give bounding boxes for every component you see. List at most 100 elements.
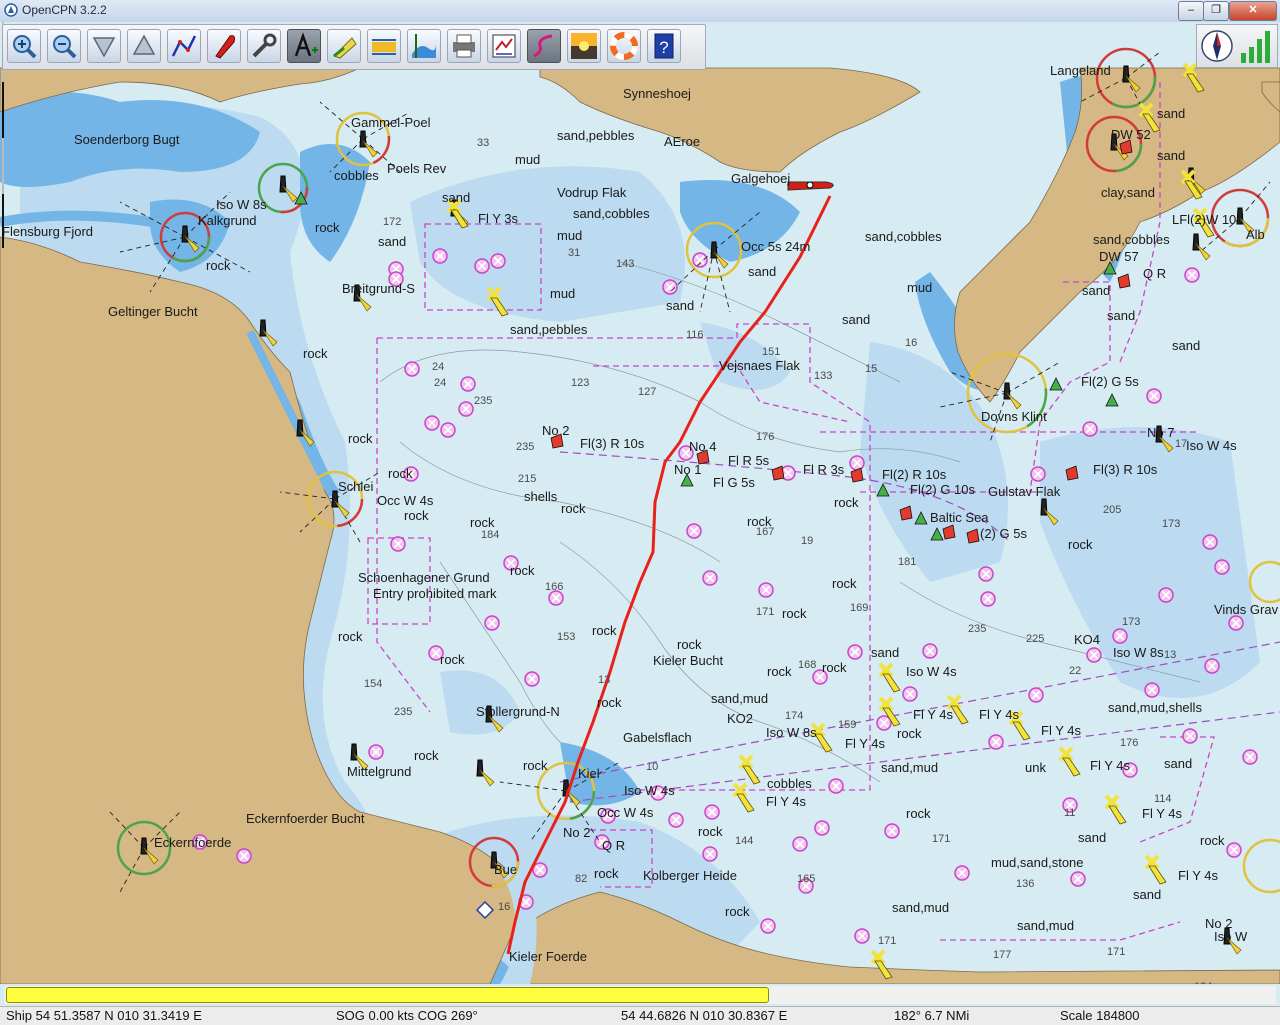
text-button[interactable] bbox=[287, 29, 321, 63]
seabed-label: rock bbox=[206, 258, 231, 273]
depth-sounding: 22 bbox=[1069, 665, 1081, 677]
main-toolbar: ? bbox=[2, 24, 706, 70]
seabed-label: sand,mud bbox=[711, 691, 768, 706]
window-title: OpenCPN 3.2.2 bbox=[22, 3, 107, 17]
route-manager-button[interactable] bbox=[487, 29, 521, 63]
mob-button[interactable] bbox=[607, 29, 641, 63]
seabed-label: rock bbox=[597, 695, 622, 710]
light-label: Fl(2) G 5s bbox=[1081, 374, 1139, 389]
depth-sounding: 151 bbox=[762, 346, 780, 358]
place-label: Breitgrund-S bbox=[342, 281, 415, 296]
auto-follow-button[interactable] bbox=[207, 29, 241, 63]
nautical-chart[interactable]: Langeland Synneshoej Soenderborg Bugt Gamme… bbox=[0, 22, 1280, 984]
seabed-label: sand,cobbles bbox=[1093, 232, 1170, 247]
seabed-label: rock bbox=[303, 346, 328, 361]
light-label: Fl(2) G 10s bbox=[910, 482, 976, 497]
light-label: Fl R 3s bbox=[803, 462, 845, 477]
seabed-label: rock bbox=[677, 637, 702, 652]
place-label: Entry prohibited mark bbox=[373, 586, 497, 601]
compass-widget[interactable] bbox=[1196, 24, 1278, 68]
create-route-button[interactable] bbox=[167, 29, 201, 63]
light-label: Iso W 8s bbox=[1113, 645, 1164, 660]
depth-sounding: 167 bbox=[756, 526, 774, 538]
help-button[interactable]: ? bbox=[647, 29, 681, 63]
depth-sounding: 165 bbox=[797, 873, 815, 885]
tide-chart-button[interactable] bbox=[407, 29, 441, 63]
depth-sounding: 235 bbox=[968, 623, 986, 635]
light-label: Occ W 4s bbox=[377, 493, 434, 508]
light-label: No 7 bbox=[1147, 425, 1174, 440]
seabed-label: sand,cobbles bbox=[865, 229, 942, 244]
seabed-label: rock bbox=[315, 220, 340, 235]
current-icon bbox=[372, 39, 396, 55]
seabed-label: sand,pebbles bbox=[510, 322, 588, 337]
minimize-button[interactable]: – bbox=[1178, 1, 1204, 21]
scale-out-button[interactable] bbox=[127, 29, 161, 63]
seabed-label: sand,cobbles bbox=[573, 206, 650, 221]
light-label: KO2 bbox=[727, 711, 753, 726]
status-cursor-position: 54 44.6826 N 010 30.8367 E bbox=[621, 1008, 788, 1023]
track-button[interactable] bbox=[527, 29, 561, 63]
seabed-label: cobbles bbox=[334, 168, 379, 183]
seabed-label: sand bbox=[1078, 830, 1106, 845]
seabed-label: sand,mud bbox=[892, 900, 949, 915]
chart-canvas[interactable]: Langeland Synneshoej Soenderborg Bugt Gamme… bbox=[0, 22, 1280, 984]
place-label: Soenderborg Bugt bbox=[74, 132, 180, 147]
depth-sounding: 171 bbox=[878, 935, 896, 947]
depth-sounding: 24 bbox=[434, 377, 446, 389]
light-label: No 2 bbox=[563, 825, 590, 840]
light-label: No 4 bbox=[689, 439, 716, 454]
compass-icon bbox=[1201, 30, 1270, 63]
place-label: Schlei bbox=[338, 479, 374, 494]
close-button[interactable]: ✕ bbox=[1229, 1, 1277, 21]
place-label: Schoenhagener Grund bbox=[358, 570, 490, 585]
scale-in-button[interactable] bbox=[87, 29, 121, 63]
depth-sounding: 173 bbox=[1162, 518, 1180, 530]
depth-sounding: 10 bbox=[646, 761, 658, 773]
place-label: Kieler Bucht bbox=[653, 653, 723, 668]
seabed-label: sand bbox=[1133, 887, 1161, 902]
current-button[interactable] bbox=[367, 29, 401, 63]
depth-sounding: 19 bbox=[801, 535, 813, 547]
chart-quilt-fill[interactable] bbox=[6, 987, 769, 1003]
sun-icon bbox=[571, 33, 597, 59]
depth-sounding: 205 bbox=[1103, 504, 1121, 516]
route-icon bbox=[171, 35, 197, 57]
depth-sounding: 171 bbox=[756, 606, 774, 618]
depth-sounding: 114 bbox=[1154, 793, 1172, 805]
place-label: Flensburg Fjord bbox=[2, 224, 93, 239]
light-label: Iso W 4s bbox=[906, 664, 957, 679]
place-label: Mittelgrund bbox=[347, 764, 411, 779]
depth-sounding: 144 bbox=[735, 835, 753, 847]
light-label: Q R bbox=[602, 838, 625, 853]
status-bearing-distance: 182° 6.7 NMi bbox=[894, 1008, 970, 1023]
depth-sounding: 15 bbox=[865, 363, 877, 375]
print-button[interactable] bbox=[447, 29, 481, 63]
restore-button[interactable]: ❐ bbox=[1203, 1, 1229, 21]
zoom-in-button[interactable] bbox=[7, 29, 41, 63]
depth-sounding: 181 bbox=[898, 556, 916, 568]
help-icon: ? bbox=[654, 33, 674, 59]
light-label: Fl R 5s bbox=[728, 453, 770, 468]
seabed-label: sand bbox=[1172, 338, 1200, 353]
seabed-label: mud,sand,stone bbox=[991, 855, 1084, 870]
depth-sounding: 235 bbox=[516, 441, 534, 453]
svg-text:?: ? bbox=[659, 38, 668, 57]
current-tide-button[interactable] bbox=[327, 29, 361, 63]
seabed-label: sand bbox=[871, 645, 899, 660]
light-label: Fl(3) R 10s bbox=[1093, 462, 1158, 477]
depth-sounding: 235 bbox=[474, 395, 492, 407]
place-label: Dovns Klint bbox=[981, 409, 1047, 424]
depth-sounding: 176 bbox=[1120, 737, 1138, 749]
place-label: Gammel-Poel bbox=[351, 115, 431, 130]
zoom-out-button[interactable] bbox=[47, 29, 81, 63]
chart-quilt-bar[interactable] bbox=[4, 986, 1276, 1004]
color-scheme-button[interactable] bbox=[567, 29, 601, 63]
depth-sounding: 13 bbox=[598, 674, 610, 686]
seabed-label: mud bbox=[515, 152, 540, 167]
options-button[interactable] bbox=[247, 29, 281, 63]
place-label: Kalkgrund bbox=[198, 213, 257, 228]
place-label: Poels Rev bbox=[387, 161, 447, 176]
depth-sounding: 16 bbox=[498, 901, 510, 913]
place-label: Kieler Foerde bbox=[509, 949, 587, 964]
